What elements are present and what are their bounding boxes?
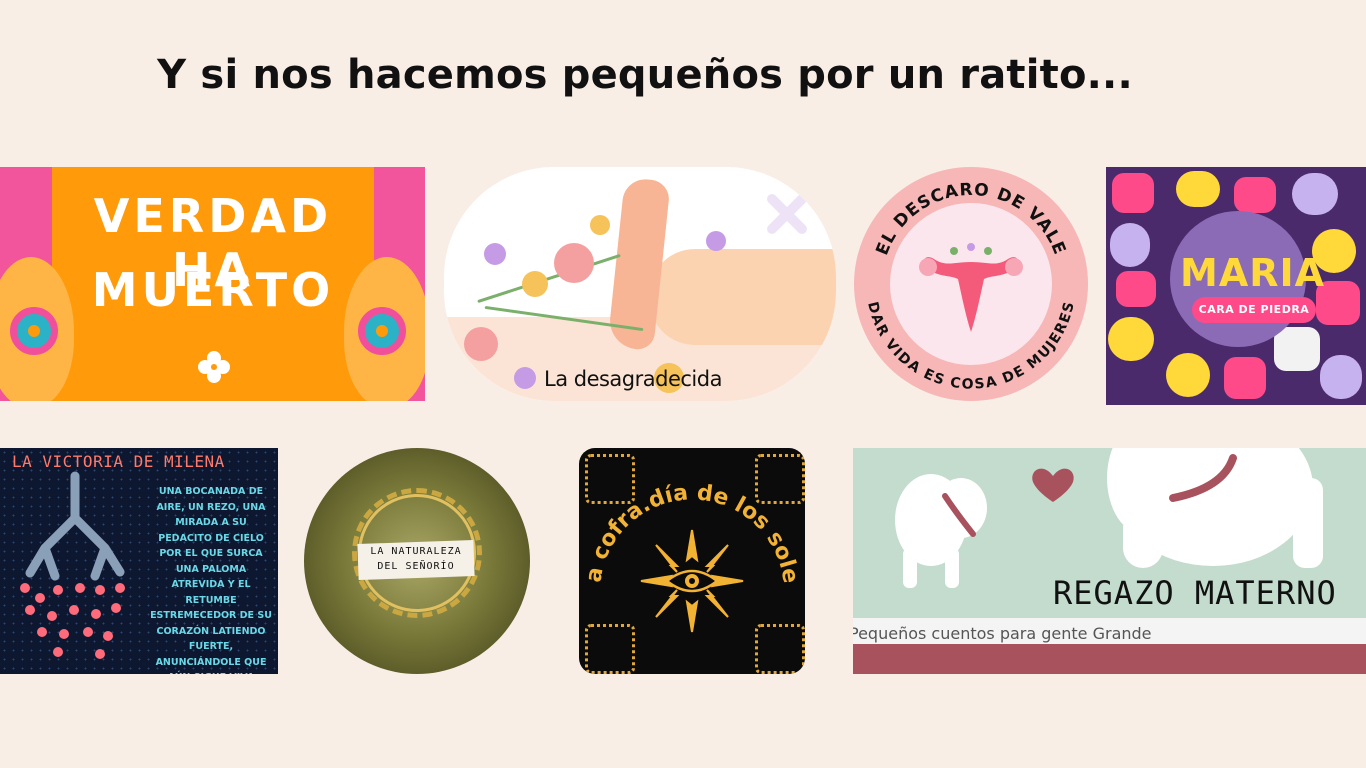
card-title: MARIA [1180,251,1326,295]
card-title-line2: MUERTO [91,263,335,317]
flower-icon [514,367,536,389]
face-blob-icon [1234,177,1276,213]
story-card-regazo-materno[interactable]: REGAZO MATERNO Pequeños cuentos para gen… [853,448,1366,674]
face-blob-icon [1292,173,1338,215]
flower-icon [464,327,498,361]
arc-title: La cofra.día de los soles [579,448,803,585]
uterus-icon [919,243,1023,332]
card-title: LA NATURALEZA DEL SEÑORÍO [358,544,474,574]
flower-icon [484,243,506,265]
story-card-maria-cara-de-piedra[interactable]: MARIA CARA DE PIEDRA [1106,167,1366,405]
sun-eye-badge: La cofra.día de los soles [579,448,803,633]
story-card-la-naturaleza-del-senorio[interactable]: LA NATURALEZA DEL SEÑORÍO [304,448,530,674]
face-blob-icon [1176,171,1220,207]
face-blob-icon [1110,223,1150,267]
card-title-line1: LA NATURALEZA [370,546,462,557]
eye-icon [664,569,720,593]
svg-text:La cofra.día de los soles: La cofra.día de los soles [579,448,803,585]
flower-icon [10,307,58,355]
flower-icon [522,271,548,297]
face-blob-icon [1224,357,1266,399]
flower-icon [706,231,726,251]
face-blob-icon [1116,271,1156,307]
story-card-la-desagradecida[interactable]: La desagradecida [444,167,836,401]
flower-icon [590,215,610,235]
page-title: Y si nos hacemos pequeños por un ratito.… [157,52,1133,98]
arm-illustration [649,249,836,345]
card-title: REGAZO MATERNO [1053,574,1337,612]
footer-band [853,644,1366,674]
big-elephant-icon [1107,448,1323,568]
face-blob-icon [1112,173,1154,213]
card-title-line2: DEL SEÑORÍO [377,561,455,572]
face-blob-icon [1166,353,1210,397]
card-body: UNA BOCANADA DE AIRE, UN REZO, UNA MIRAD… [150,486,272,674]
card-subtitle: CARA DE PIEDRA [1192,297,1316,323]
circular-text-badge: EL DESCARO DE VALE DAR VIDA ES COSA DE M… [864,180,1077,393]
face-blob-icon [1274,327,1320,371]
small-elephant-icon [895,474,987,588]
card-title: La desagradecida [544,367,722,391]
clover-icon [198,351,230,383]
story-card-el-descaro-de-vale[interactable]: EL DESCARO DE VALE DAR VIDA ES COSA DE M… [854,167,1088,401]
cross-icon [767,194,807,234]
story-card-verdad-ha-muerto[interactable]: VERDAD HA MUERTO [0,167,425,401]
card-subtitle: Pequeños cuentos para gente Grande [853,624,1152,643]
story-card-la-cofradia-de-los-soles[interactable]: La cofra.día de los soles [579,448,805,674]
lungs-tree-illustration [20,471,125,659]
story-card-la-victoria-de-milena[interactable]: LA VICTORIA DE MILENA UNA BOCANADA DE AI… [0,448,278,674]
face-blob-icon [1320,355,1362,399]
face-blob-icon [1108,317,1154,361]
heart-icon [1032,468,1074,502]
flower-icon [554,243,594,283]
